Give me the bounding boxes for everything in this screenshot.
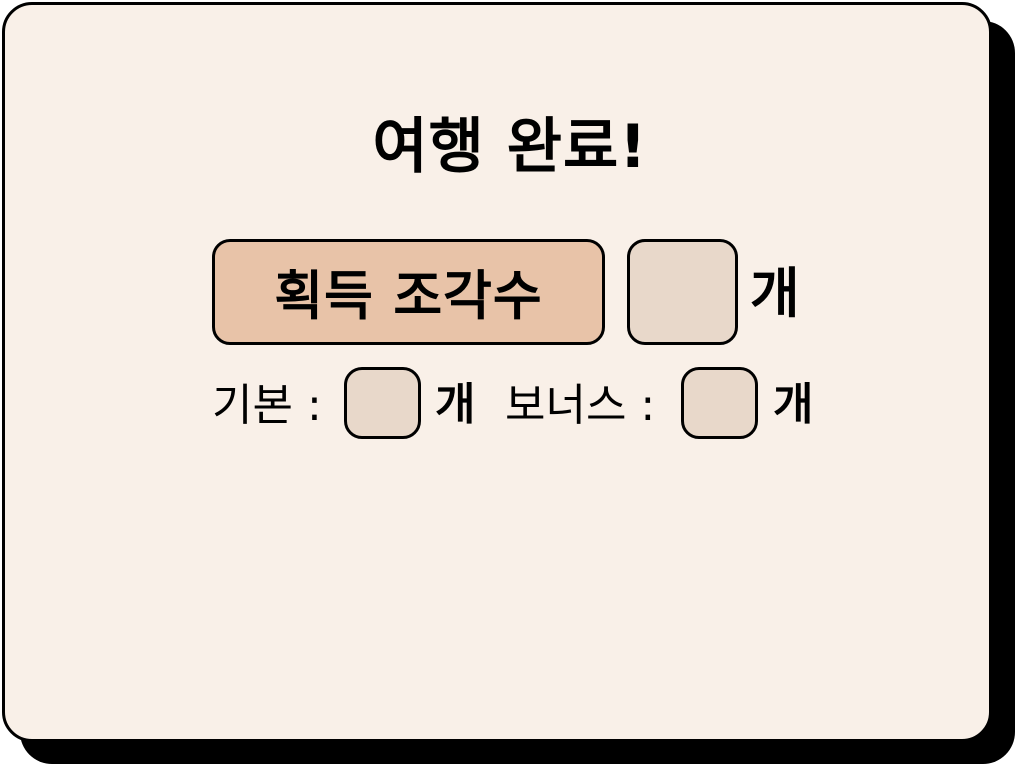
base-pieces-label: 기본 : — [212, 380, 322, 431]
total-pieces-value — [627, 239, 738, 345]
base-pieces-unit: 개 — [435, 379, 476, 430]
bonus-pieces-value — [681, 367, 758, 439]
bonus-pieces-label: 보너스 : — [505, 380, 656, 431]
total-pieces-unit: 개 — [750, 262, 800, 325]
bonus-pieces-unit: 개 — [773, 379, 814, 430]
dialog-title: 여행 완료! — [372, 112, 648, 182]
base-pieces-value — [344, 367, 421, 439]
trip-complete-dialog: 여행 완료! 획득 조각수 개 기본 : 개 보너스 : 개 — [2, 2, 992, 742]
total-pieces-label: 획득 조각수 — [212, 239, 605, 345]
